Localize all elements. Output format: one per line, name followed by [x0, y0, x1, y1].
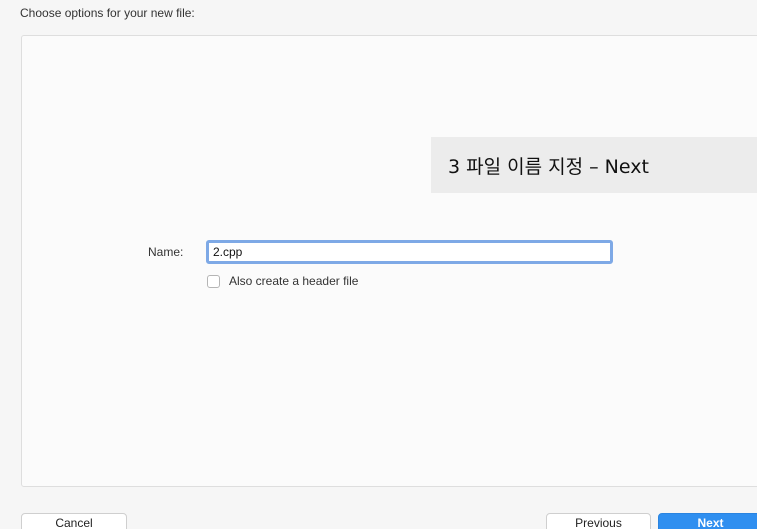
header-file-checkbox[interactable]	[207, 274, 220, 288]
name-label: Name:	[148, 245, 184, 259]
annotation-banner: 3 파일 이름 지정 – Next	[431, 137, 757, 193]
header-file-checkbox-label: Also create a header file	[229, 274, 359, 288]
dialog-header: Choose options for your new file:	[20, 6, 195, 20]
header-file-option[interactable]: Also create a header file	[207, 274, 358, 288]
next-button[interactable]: Next	[658, 513, 757, 529]
cancel-button[interactable]: Cancel	[21, 513, 127, 529]
new-file-options-dialog: Choose options for your new file: 3 파일 이…	[0, 0, 757, 529]
name-input[interactable]	[206, 240, 613, 264]
previous-button[interactable]: Previous	[546, 513, 651, 529]
